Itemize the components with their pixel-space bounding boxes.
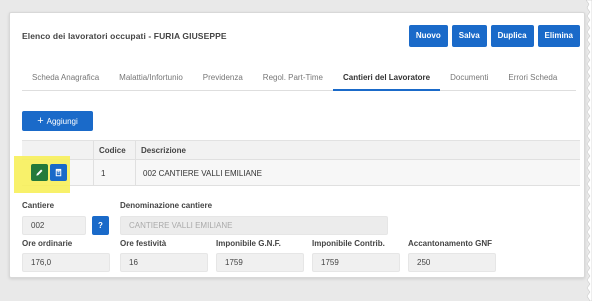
cell-codice: 1 [101,169,106,178]
denominazione-field: CANTIERE VALLI EMILIANE [120,216,388,235]
worker-detail-panel: Elenco dei lavoratori occupati - FURIA G… [9,12,585,278]
accantonamento-gnf-field[interactable]: 250 [408,253,496,272]
add-button[interactable]: + Aggiungi [22,111,93,131]
edit-row-button[interactable] [31,164,48,181]
pencil-icon [36,169,43,176]
denominazione-label: Denominazione cantiere [120,201,213,210]
imponibile-gnf-field[interactable]: 1759 [216,253,304,272]
ore-festivita-label: Ore festività [120,239,167,248]
new-button[interactable]: Nuovo [408,25,448,47]
column-divider [93,160,94,186]
imponibile-gnf-label: Imponibile G.N.F. [216,239,281,248]
duplicate-button[interactable]: Duplica [490,25,534,47]
column-divider [135,141,136,160]
top-actions-toolbar: Nuovo Salva Duplica Elimina [408,25,580,47]
delete-row-button[interactable] [50,164,67,181]
cell-descrizione: 002 CANTIERE VALLI EMILIANE [143,169,263,178]
imponibile-contrib-label: Imponibile Contrib. [312,239,385,248]
accantonamento-gnf-label: Accantonamento GNF [408,239,493,248]
table-row[interactable]: 1 002 CANTIERE VALLI EMILIANE [22,160,580,186]
add-button-label: Aggiungi [46,116,78,126]
delete-button[interactable]: Elimina [537,25,580,47]
tab-cantieri-del-lavoratore[interactable]: Cantieri del Lavoratore [332,69,441,91]
imponibile-contrib-field[interactable]: 1759 [312,253,400,272]
cantieri-table: Codice Descrizione 1 002 CANTIERE VALLI … [22,140,580,186]
cantiere-label: Cantiere [22,201,55,210]
plus-icon: + [37,114,44,127]
tab-scheda-anagrafica[interactable]: Scheda Anagrafica [22,69,109,91]
ore-ordinarie-label: Ore ordinarie [22,239,73,248]
cantiere-field[interactable]: 002 [22,216,86,235]
page-title: Elenco dei lavoratori occupati - FURIA G… [22,31,227,41]
column-header-descrizione: Descrizione [141,146,186,155]
ore-festivita-field[interactable]: 16 [120,253,208,272]
column-divider [135,160,136,186]
ore-ordinarie-field[interactable]: 176,0 [22,253,110,272]
tab-malattia-infortunio[interactable]: Malattia/Infortunio [109,69,193,91]
save-button[interactable]: Salva [451,25,487,47]
tab-regol-part-time[interactable]: Regol. Part-Time [253,69,333,91]
cantiere-lookup-button[interactable]: ? [92,216,109,235]
tab-documenti[interactable]: Documenti [440,69,498,91]
table-header: Codice Descrizione [22,141,580,160]
column-divider [93,141,94,160]
tab-previdenza[interactable]: Previdenza [193,69,253,91]
torn-edge-decoration [586,0,592,301]
column-header-codice: Codice [99,146,126,155]
trash-icon [55,168,62,177]
tab-bar: Scheda Anagrafica Malattia/Infortunio Pr… [22,69,576,91]
tab-errori-scheda[interactable]: Errori Scheda [498,69,567,91]
